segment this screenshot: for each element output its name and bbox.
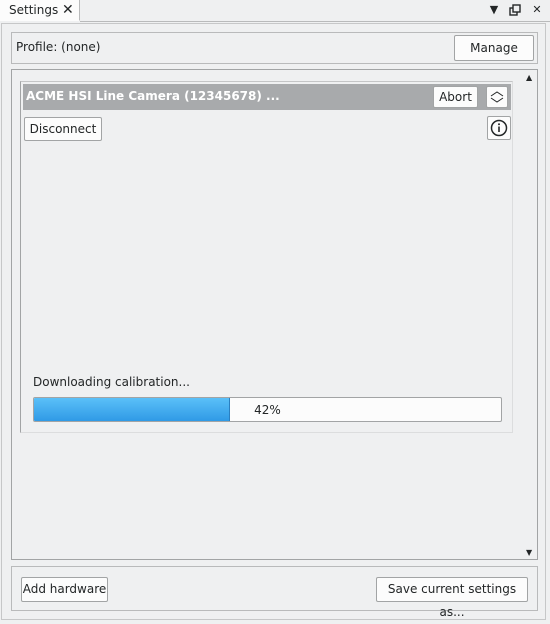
scroll-down-icon[interactable]: ▼ <box>526 549 532 557</box>
manage-button[interactable]: Manage <box>454 35 534 61</box>
profile-label: Profile: (none) <box>16 40 101 54</box>
info-button[interactable] <box>487 116 511 140</box>
close-icon[interactable]: ✕ <box>529 2 545 18</box>
tab-title: Settings <box>9 3 59 17</box>
tab-close-icon[interactable]: ✕ <box>62 2 74 18</box>
progress-text: 42% <box>254 403 281 417</box>
collapse-button[interactable] <box>486 86 508 108</box>
tab-settings[interactable]: Settings ✕ <box>0 0 80 21</box>
dock-titlebar: Settings ✕ ▼ ✕ <box>0 0 550 22</box>
disconnect-button[interactable]: Disconnect <box>24 117 102 141</box>
scroll-up-icon[interactable]: ▲ <box>526 74 532 82</box>
vertical-scrollbar[interactable]: ▲ ▼ <box>523 70 537 559</box>
device-title: ACME HSI Line Camera (12345678) ... <box>26 89 280 103</box>
titlebar-divider <box>80 21 550 22</box>
float-icon[interactable] <box>507 2 523 18</box>
add-hardware-button[interactable]: Add hardware <box>21 577 108 602</box>
chevron-down-icon[interactable]: ▼ <box>486 2 502 18</box>
status-text: Downloading calibration... <box>33 375 190 389</box>
abort-button[interactable]: Abort <box>433 86 478 108</box>
save-settings-button[interactable]: Save current settings as... <box>376 577 528 619</box>
progress-bar: 42% <box>33 397 502 422</box>
info-icon <box>490 119 508 137</box>
collapse-icon <box>490 91 504 103</box>
